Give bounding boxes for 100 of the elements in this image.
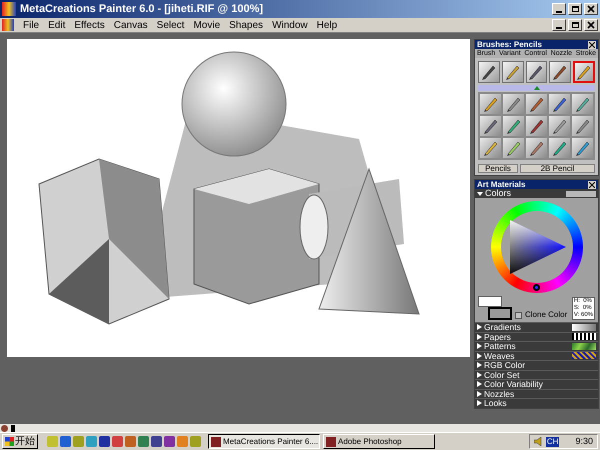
brush-icon <box>528 95 546 113</box>
menu-item[interactable]: Effects <box>74 18 105 32</box>
menu-item[interactable]: Shapes <box>229 18 264 32</box>
task-button[interactable]: MetaCreations Painter 6.... <box>208 434 320 449</box>
brush-tile[interactable] <box>526 94 547 114</box>
section-label: Color Variability <box>484 380 544 388</box>
document-icon[interactable] <box>2 19 14 31</box>
section-label: Papers <box>484 332 512 341</box>
brush-icon <box>504 63 522 81</box>
brush-tile[interactable] <box>480 116 501 136</box>
close-document-icon[interactable] <box>584 19 598 31</box>
brush-tile[interactable] <box>503 94 524 114</box>
menu-item[interactable]: Select <box>156 18 184 32</box>
quick-launch-icon[interactable] <box>60 436 71 447</box>
brush-tile[interactable] <box>572 116 593 136</box>
section-label: RGB Color <box>484 361 526 370</box>
clone-color-label: Clone Color <box>525 311 568 319</box>
brush-tile[interactable] <box>480 138 501 158</box>
brush-icon <box>482 139 500 157</box>
brush-tile[interactable] <box>478 61 500 83</box>
brush-icon <box>528 117 546 135</box>
menu-item[interactable]: Window <box>272 18 308 32</box>
section-header[interactable]: Patterns <box>475 341 598 350</box>
variant-field[interactable]: 2B Pencil <box>520 164 595 173</box>
windows-logo-icon <box>5 437 14 446</box>
menu-item[interactable]: Help <box>316 18 338 32</box>
brush-tile[interactable] <box>549 94 570 114</box>
brush-tile[interactable] <box>573 61 595 83</box>
brush-icon <box>574 117 592 135</box>
close-icon[interactable] <box>588 180 596 188</box>
section-label: Looks <box>484 399 508 408</box>
brush-icon <box>574 139 592 157</box>
weave-preview[interactable] <box>572 352 596 360</box>
clock: 9:30 <box>574 434 593 448</box>
clone-color-checkbox[interactable] <box>515 312 522 319</box>
brush-tile[interactable] <box>549 61 571 83</box>
palette-title: Brushes: Pencils <box>477 40 543 48</box>
brush-tile[interactable] <box>549 116 570 136</box>
brush-tile[interactable] <box>526 138 547 158</box>
app-icon <box>326 436 336 446</box>
gradient-preview[interactable] <box>572 324 596 331</box>
brush-tile[interactable] <box>526 61 548 83</box>
brush-icon <box>482 117 500 135</box>
speaker-icon[interactable] <box>534 437 542 446</box>
menu-item[interactable]: Canvas <box>114 18 148 32</box>
brush-tile[interactable] <box>480 94 501 114</box>
task-button[interactable]: Adobe Photoshop <box>323 434 435 449</box>
section-label: Color Set <box>484 370 520 379</box>
brush-tile[interactable] <box>572 94 593 114</box>
section-label: Patterns <box>484 342 517 350</box>
brush-icon <box>528 139 546 157</box>
close-icon[interactable] <box>588 40 596 48</box>
section-header[interactable]: Color Variability <box>475 379 598 388</box>
menu-item[interactable]: Edit <box>48 18 66 32</box>
primary-color-swatch[interactable] <box>478 296 502 307</box>
drawer-handle[interactable] <box>478 85 595 91</box>
menu-item[interactable]: File <box>23 18 40 32</box>
brush-icon <box>550 117 568 135</box>
minimize-window-icon[interactable] <box>552 3 566 15</box>
close-window-icon[interactable] <box>584 3 598 15</box>
section-header[interactable]: Looks <box>475 398 598 408</box>
hue-marker[interactable] <box>532 284 540 291</box>
restore-window-icon[interactable] <box>568 3 582 15</box>
quick-launch-icon[interactable] <box>99 436 110 447</box>
brush-tile[interactable] <box>503 116 524 136</box>
brush-tile[interactable] <box>502 61 524 83</box>
secondary-color-swatch[interactable] <box>488 307 512 320</box>
category-field[interactable]: Pencils <box>478 164 518 173</box>
language-indicator[interactable]: CH <box>546 436 560 446</box>
quick-launch-icon[interactable] <box>164 436 175 447</box>
window-title: MetaCreations Painter 6.0 - [jiheti.RIF @ 100%] <box>20 2 264 17</box>
brush-icon <box>480 63 498 81</box>
horizontal-scrollbar[interactable] <box>0 424 600 432</box>
section-label: Gradients <box>484 323 522 332</box>
menu-item[interactable]: Movie <box>193 18 220 32</box>
section-header[interactable]: Nozzles <box>475 388 598 398</box>
section-header[interactable]: RGB Color <box>475 360 598 370</box>
start-button[interactable]: 开始 <box>2 434 38 449</box>
brush-tile[interactable] <box>503 138 524 158</box>
brush-icon <box>482 95 500 113</box>
brush-icon <box>574 95 592 113</box>
paper-preview[interactable] <box>572 333 596 340</box>
section-label: Weaves <box>484 352 516 360</box>
brush-icon <box>550 139 568 157</box>
app-icon <box>2 2 16 16</box>
brush-icon <box>550 95 568 113</box>
section-header[interactable]: Colors <box>475 189 598 198</box>
brush-tile[interactable] <box>549 138 570 158</box>
brush-tile[interactable] <box>572 138 593 158</box>
brush-icon <box>504 139 522 157</box>
restore-document-icon[interactable] <box>568 19 582 31</box>
section-label: Colors <box>485 189 512 198</box>
brush-tile[interactable] <box>526 116 547 136</box>
quick-launch-icon[interactable] <box>151 436 162 447</box>
pattern-preview[interactable] <box>572 342 596 350</box>
section-header[interactable]: Gradients <box>475 322 598 332</box>
palette-title: Art Materials <box>477 180 526 188</box>
triangle-icon <box>477 190 483 196</box>
brush-icon <box>504 117 522 135</box>
minimize-document-icon[interactable] <box>552 19 566 31</box>
